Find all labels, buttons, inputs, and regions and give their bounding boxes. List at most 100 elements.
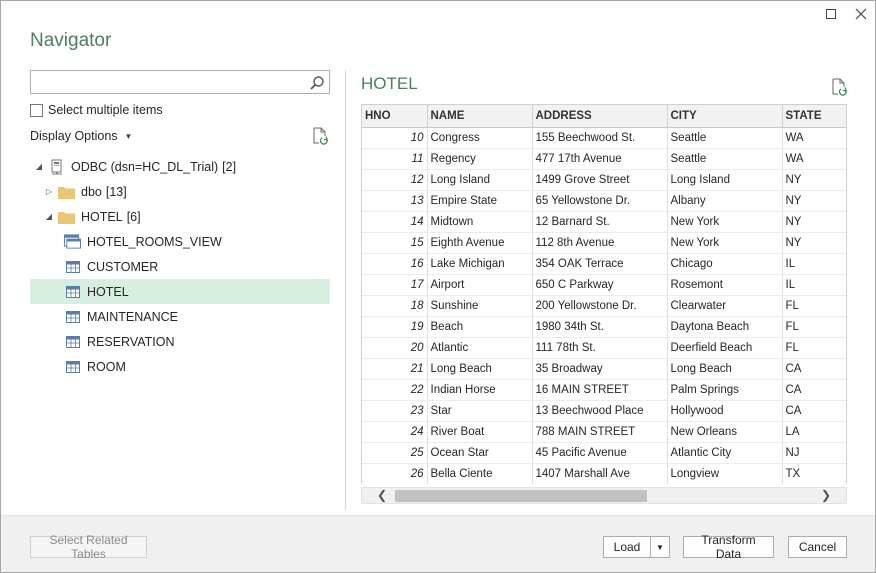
table-cell[interactable]: CA [782, 400, 846, 422]
select-multiple-row[interactable]: Select multiple items [30, 103, 163, 117]
table-cell[interactable]: 477 17th Avenue [532, 148, 668, 170]
table-cell[interactable]: Ocean Star [427, 442, 533, 464]
table-cell[interactable]: 25 [362, 442, 428, 464]
table-cell[interactable]: New York [667, 211, 783, 233]
table-cell[interactable]: FL [782, 316, 846, 338]
refresh-preview-icon[interactable] [830, 78, 848, 96]
tree-item-customer[interactable]: CUSTOMER [30, 254, 330, 279]
table-cell[interactable]: Empire State [427, 190, 533, 212]
search-icon[interactable] [309, 75, 325, 91]
table-cell[interactable]: NY [782, 232, 846, 254]
table-cell[interactable]: 20 [362, 337, 428, 359]
table-cell[interactable]: LA [782, 421, 846, 443]
table-cell[interactable]: Beach [427, 316, 533, 338]
column-header[interactable]: ADDRESS [532, 105, 668, 128]
tree-node-hotel-schema[interactable]: ◢ HOTEL [6] [30, 204, 330, 229]
table-cell[interactable]: Long Island [427, 169, 533, 191]
table-cell[interactable]: 21 [362, 358, 428, 380]
table-cell[interactable]: WA [782, 148, 846, 170]
table-cell[interactable]: Chicago [667, 253, 783, 275]
table-cell[interactable]: 16 MAIN STREET [532, 379, 668, 401]
table-cell[interactable]: NY [782, 169, 846, 191]
table-cell[interactable]: River Boat [427, 421, 533, 443]
table-cell[interactable]: Daytona Beach [667, 316, 783, 338]
tree-node-odbc[interactable]: ◢ ODBC (dsn=HC_DL_Trial) [2] [30, 154, 330, 179]
table-cell[interactable]: Bella Ciente [427, 463, 533, 484]
collapse-icon[interactable]: ◢ [34, 162, 44, 171]
table-cell[interactable]: 23 [362, 400, 428, 422]
pane-splitter[interactable] [345, 70, 346, 510]
tree-item-reservation[interactable]: RESERVATION [30, 329, 330, 354]
table-cell[interactable]: Atlantic City [667, 442, 783, 464]
table-cell[interactable]: Lake Michigan [427, 253, 533, 275]
table-cell[interactable]: CA [782, 358, 846, 380]
table-cell[interactable]: 35 Broadway [532, 358, 668, 380]
close-button[interactable] [849, 5, 873, 23]
table-cell[interactable]: WA [782, 127, 846, 149]
table-cell[interactable]: Eighth Avenue [427, 232, 533, 254]
table-cell[interactable]: Seattle [667, 148, 783, 170]
table-cell[interactable]: 19 [362, 316, 428, 338]
table-cell[interactable]: Sunshine [427, 295, 533, 317]
table-cell[interactable]: 111 78th St. [532, 337, 668, 359]
table-cell[interactable]: 1407 Marshall Ave [532, 463, 668, 484]
table-cell[interactable]: Regency [427, 148, 533, 170]
table-cell[interactable]: 15 [362, 232, 428, 254]
column-header[interactable]: NAME [427, 105, 533, 128]
table-cell[interactable]: IL [782, 253, 846, 275]
tree-item-maintenance[interactable]: MAINTENANCE [30, 304, 330, 329]
table-cell[interactable]: CA [782, 379, 846, 401]
table-cell[interactable]: 1499 Grove Street [532, 169, 668, 191]
table-cell[interactable]: Long Island [667, 169, 783, 191]
table-cell[interactable]: Hollywood [667, 400, 783, 422]
table-cell[interactable]: 1980 34th St. [532, 316, 668, 338]
table-cell[interactable]: 650 C Parkway [532, 274, 668, 296]
tree-node-dbo[interactable]: ▷ dbo [13] [30, 179, 330, 204]
search-input[interactable] [31, 71, 301, 93]
table-cell[interactable]: 26 [362, 463, 428, 484]
table-cell[interactable]: New York [667, 232, 783, 254]
column-header[interactable]: STATE [782, 105, 846, 128]
table-cell[interactable]: Rosemont [667, 274, 783, 296]
table-cell[interactable]: NY [782, 211, 846, 233]
scroll-right-icon[interactable]: ❯ [818, 488, 834, 503]
table-cell[interactable]: Congress [427, 127, 533, 149]
table-cell[interactable]: Albany [667, 190, 783, 212]
table-cell[interactable]: Long Beach [427, 358, 533, 380]
table-cell[interactable]: Star [427, 400, 533, 422]
refresh-icon[interactable] [311, 127, 329, 145]
table-cell[interactable]: TX [782, 463, 846, 484]
table-cell[interactable]: 17 [362, 274, 428, 296]
load-button[interactable]: Load [603, 536, 651, 558]
table-cell[interactable]: Longview [667, 463, 783, 484]
table-cell[interactable]: 16 [362, 253, 428, 275]
tree-item-hotel-rooms-view[interactable]: HOTEL_ROOMS_VIEW [30, 229, 330, 254]
table-cell[interactable]: Palm Springs [667, 379, 783, 401]
table-cell[interactable]: 155 Beechwood St. [532, 127, 668, 149]
table-cell[interactable]: 22 [362, 379, 428, 401]
table-cell[interactable]: 24 [362, 421, 428, 443]
table-cell[interactable]: FL [782, 295, 846, 317]
scrollbar-thumb[interactable] [395, 490, 647, 502]
table-cell[interactable]: Atlantic [427, 337, 533, 359]
table-cell[interactable]: 14 [362, 211, 428, 233]
transform-data-button[interactable]: Transform Data [683, 533, 774, 561]
table-cell[interactable]: 12 Barnard St. [532, 211, 668, 233]
table-cell[interactable]: 788 MAIN STREET [532, 421, 668, 443]
table-cell[interactable]: Midtown [427, 211, 533, 233]
table-cell[interactable]: FL [782, 337, 846, 359]
column-header[interactable]: HNO [362, 105, 428, 128]
maximize-button[interactable] [819, 5, 843, 23]
search-box[interactable] [30, 70, 330, 94]
load-dropdown-button[interactable]: ▼ [650, 536, 670, 558]
table-cell[interactable]: Clearwater [667, 295, 783, 317]
table-cell[interactable]: Indian Horse [427, 379, 533, 401]
table-cell[interactable]: 10 [362, 127, 428, 149]
table-cell[interactable]: 45 Pacific Avenue [532, 442, 668, 464]
table-cell[interactable]: Seattle [667, 127, 783, 149]
tree-item-room[interactable]: ROOM [30, 354, 330, 379]
tree-item-hotel[interactable]: HOTEL [30, 279, 330, 304]
table-cell[interactable]: Long Beach [667, 358, 783, 380]
select-multiple-checkbox[interactable] [30, 103, 43, 117]
table-cell[interactable]: 11 [362, 148, 428, 170]
